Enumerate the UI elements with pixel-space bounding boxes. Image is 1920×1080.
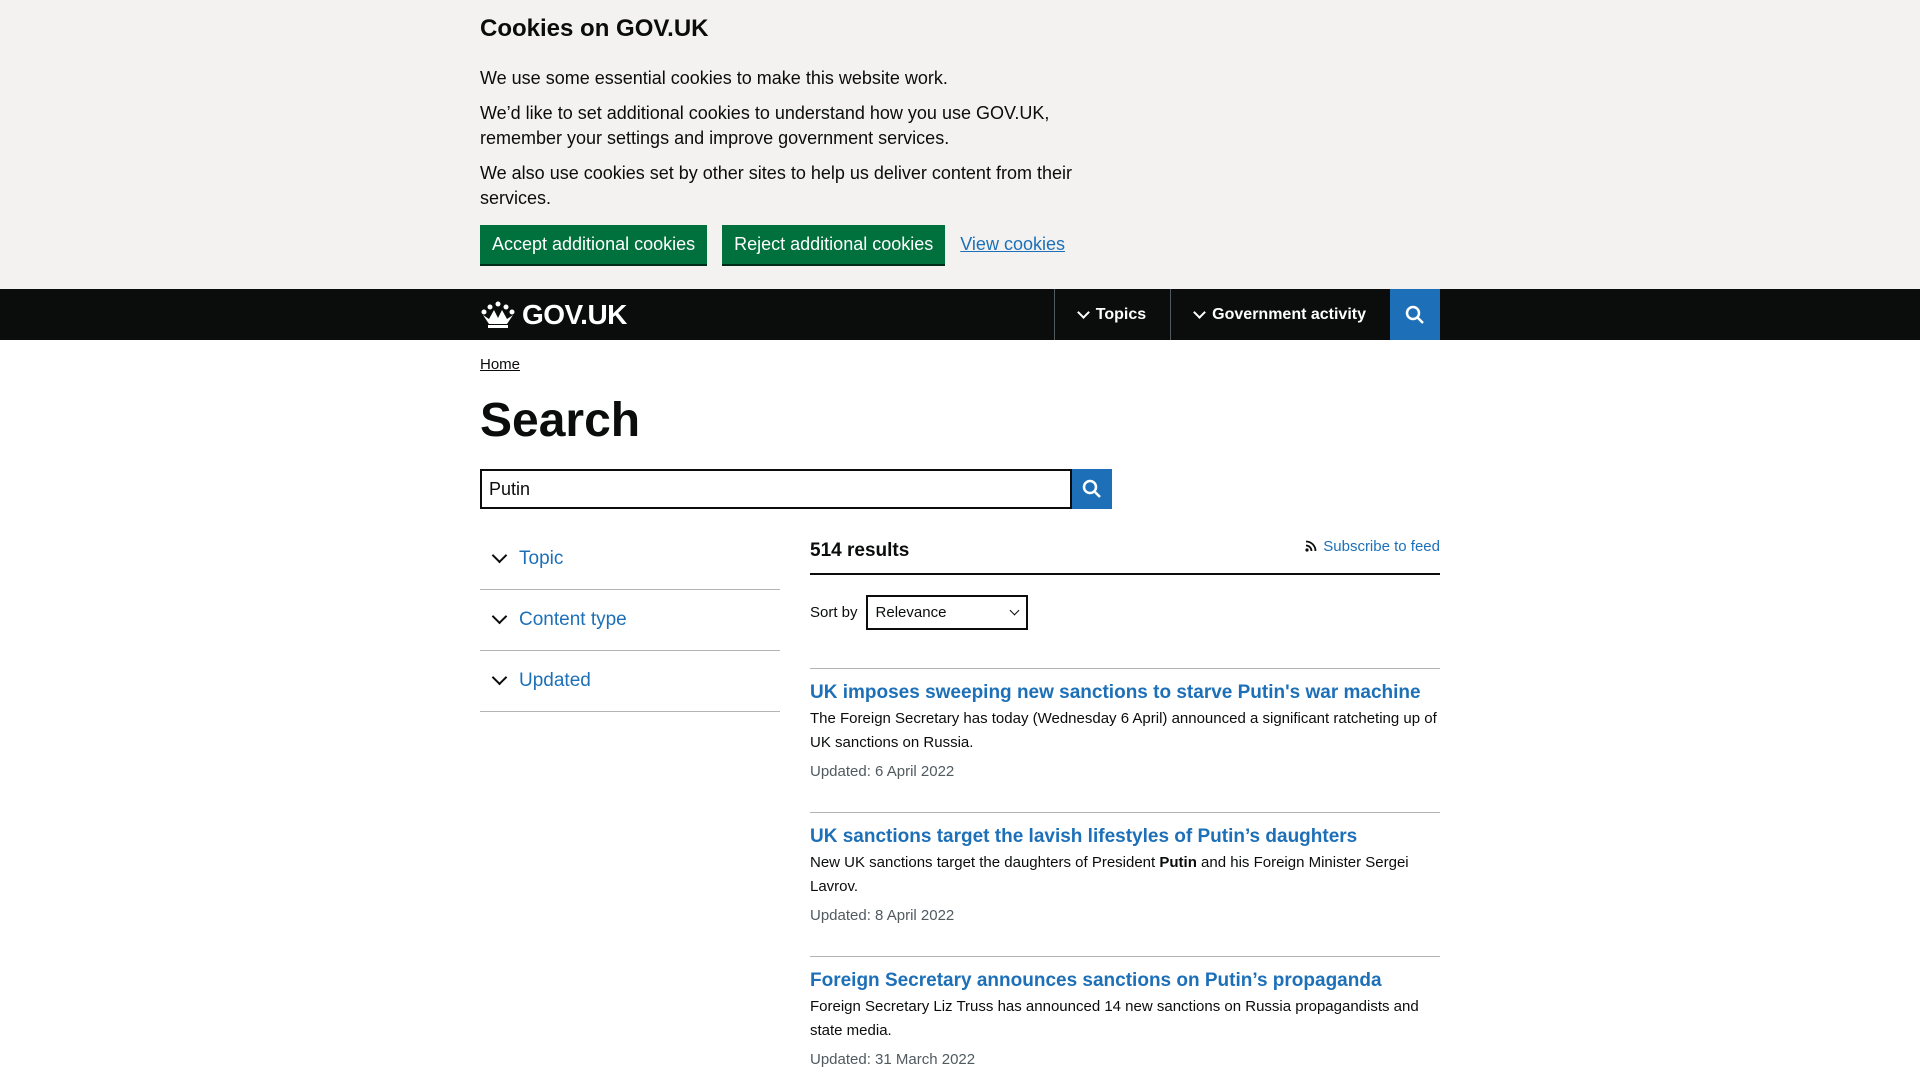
subscribe-feed-link[interactable]: Subscribe to feed: [1305, 538, 1440, 555]
view-cookies-link[interactable]: View cookies: [960, 234, 1065, 255]
result-description: New UK sanctions target the daughters of…: [810, 851, 1440, 899]
result-description: Foreign Secretary Liz Truss has announce…: [810, 998, 1419, 1039]
reject-cookies-button[interactable]: Reject additional cookies: [722, 225, 946, 264]
result-description-highlight: Putin: [1159, 854, 1197, 871]
result-title-link[interactable]: UK sanctions target the lavish lifestyle…: [810, 825, 1440, 849]
nav-topics[interactable]: Topics: [1053, 289, 1170, 340]
chevron-down-icon: [491, 669, 508, 685]
chevron-down-icon: [1009, 605, 1019, 616]
chevron-down-icon: [1193, 305, 1207, 319]
filter-content-type[interactable]: Content type: [480, 590, 780, 651]
site-header: GOV.UK Topics Government activity: [0, 289, 1920, 340]
rss-icon: [1305, 540, 1317, 552]
result-updated-date: Updated: 8 April 2022: [810, 907, 955, 924]
sort-select-value: Relevance: [875, 604, 947, 621]
cookie-text-third-party: We also use cookies set by other sites t…: [480, 163, 1072, 208]
nav-topics-label: Topics: [1095, 305, 1147, 323]
main-nav: Topics Government activity: [1053, 289, 1440, 340]
list-item: UK sanctions target the lavish lifestyle…: [810, 812, 1440, 956]
cookie-text-essential: We use some essential cookies to make th…: [480, 68, 948, 88]
result-description: The Foreign Secretary has today (Wednesd…: [810, 710, 1437, 751]
result-title-link[interactable]: Foreign Secretary announces sanctions on…: [810, 969, 1440, 993]
nav-activity-label: Government activity: [1212, 305, 1366, 323]
logo-text: GOV.UK: [522, 298, 627, 330]
filter-content-type-label: Content type: [519, 609, 627, 630]
search-form: Putin: [480, 469, 1440, 509]
filter-updated[interactable]: Updated: [480, 651, 780, 712]
result-updated-date: Updated: 6 April 2022: [810, 763, 955, 780]
chevron-down-icon: [491, 608, 508, 624]
sort-label: Sort by: [810, 604, 858, 621]
sort-control: Sort by Relevance: [810, 595, 1440, 630]
cookie-banner-title: Cookies on GOV.UK: [480, 15, 709, 42]
search-icon: [1405, 305, 1424, 324]
cookie-text-additional: We’d like to set additional cookies to u…: [480, 103, 1050, 148]
cookie-banner: Cookies on GOV.UK We use some essential …: [0, 0, 1920, 289]
header-search-button[interactable]: [1390, 289, 1440, 340]
search-input[interactable]: Putin: [480, 469, 1072, 509]
results-list: UK imposes sweeping new sanctions to sta…: [810, 668, 1440, 1080]
result-title-link[interactable]: UK imposes sweeping new sanctions to sta…: [810, 681, 1440, 705]
filter-updated-label: Updated: [519, 670, 591, 691]
nav-government-activity[interactable]: Government activity: [1170, 289, 1390, 340]
results-panel: 514 results Subscribe to feed Sort by Re…: [810, 529, 1440, 1080]
chevron-down-icon: [1076, 305, 1090, 319]
list-item: UK imposes sweeping new sanctions to sta…: [810, 668, 1440, 812]
filters-panel: Topic Content type Updated: [480, 529, 780, 1080]
page-title: Search: [480, 394, 641, 447]
crown-icon: [481, 301, 515, 328]
accept-cookies-button[interactable]: Accept additional cookies: [480, 225, 708, 264]
main-content: Home Search Putin Topic Content type Upd…: [480, 356, 1440, 1080]
list-item: Foreign Secretary announces sanctions on…: [810, 956, 1440, 1080]
govuk-logo[interactable]: GOV.UK: [480, 299, 627, 331]
sort-select[interactable]: Relevance: [865, 595, 1028, 630]
filter-topic[interactable]: Topic: [480, 529, 780, 590]
subscribe-feed-label: Subscribe to feed: [1323, 537, 1440, 555]
cookie-actions: Accept additional cookies Reject additio…: [480, 225, 1440, 264]
search-icon: [1082, 479, 1101, 498]
result-description-part: New UK sanctions target the daughters of…: [810, 854, 1160, 871]
results-count: 514 results: [810, 540, 910, 561]
chevron-down-icon: [491, 547, 508, 563]
results-header: 514 results Subscribe to feed: [810, 529, 1440, 575]
filter-topic-label: Topic: [519, 548, 564, 569]
result-updated-date: Updated: 31 March 2022: [810, 1051, 976, 1068]
breadcrumb: Home: [480, 356, 1440, 373]
search-submit-button[interactable]: [1072, 469, 1112, 509]
breadcrumb-home[interactable]: Home: [480, 356, 520, 373]
